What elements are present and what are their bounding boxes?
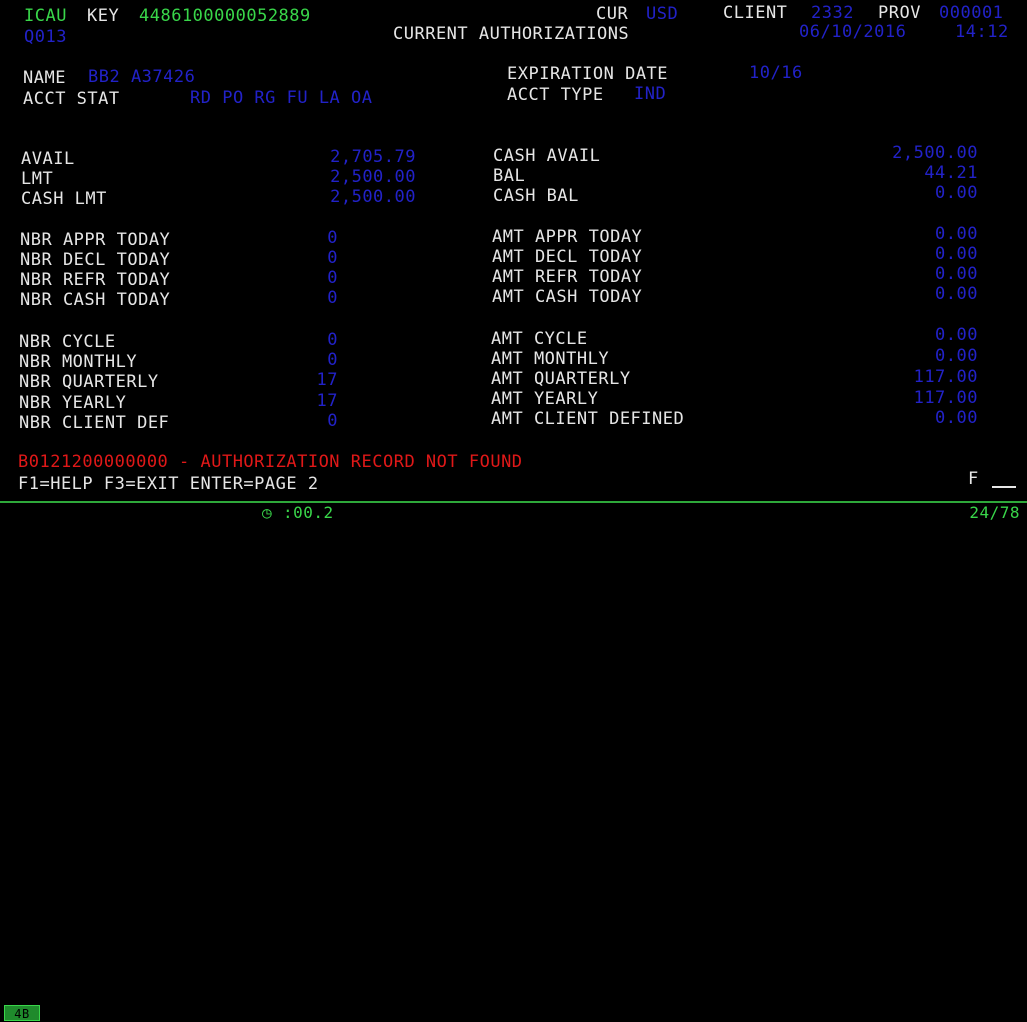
bal-value: 44.21 [924,163,978,183]
name-value: BB2 A37426 [88,67,196,87]
nbr-client-def-value: 0 [327,411,338,431]
prov-value: 000001 [939,3,1004,23]
nbr-cycle-value: 0 [327,330,338,350]
amt-appr-today-label: AMT APPR TODAY [492,227,643,247]
amt-quarterly-label: AMT QUARTERLY [491,369,631,389]
prov-label: PROV [878,3,921,23]
nbr-cash-today-label: NBR CASH TODAY [20,290,171,310]
amt-monthly-label: AMT MONTHLY [491,349,610,369]
amt-refr-today-label: AMT REFR TODAY [492,267,643,287]
nbr-refr-today-value: 0 [327,268,338,288]
date-value: 06/10/2016 [799,22,907,42]
client-label: CLIENT [723,3,788,23]
acct-stat-value: RD PO RG FU LA OA [190,88,373,108]
nbr-monthly-value: 0 [327,350,338,370]
status-divider [0,501,1027,503]
key-value[interactable]: 4486100000052889 [139,6,311,26]
acct-type-value: IND [634,84,667,104]
connection-label: 4B [14,1007,30,1021]
key-label: KEY [87,6,120,26]
time-value: 14:12 [955,22,1009,42]
nbr-quarterly-value: 17 [316,370,338,390]
cash-lmt-label: CASH LMT [21,189,107,209]
currency-value: USD [646,4,679,24]
expiration-date-value: 10/16 [749,63,803,83]
cash-bal-value: 0.00 [935,183,978,203]
nbr-decl-today-label: NBR DECL TODAY [20,250,171,270]
expiration-date-label: EXPIRATION DATE [507,64,669,84]
bal-label: BAL [493,166,526,186]
clock-icon: ◷ [262,503,273,522]
nbr-client-def-label: NBR CLIENT DEF [19,413,170,433]
error-message: B0121200000000 - AUTHORIZATION RECORD NO… [18,452,523,472]
amt-cycle-label: AMT CYCLE [491,329,588,349]
acct-stat-label: ACCT STAT [23,89,120,109]
response-timer: :00.2 [283,503,334,522]
cash-bal-label: CASH BAL [493,186,579,206]
status-bar: 4B ◷ :00.2 24/78 [0,501,1027,1021]
command-input[interactable] [992,468,1016,488]
amt-decl-today-value: 0.00 [935,244,978,264]
client-value: 2332 [811,3,854,23]
lmt-value: 2,500.00 [330,167,416,187]
amt-yearly-label: AMT YEARLY [491,389,599,409]
amt-client-defined-value: 0.00 [935,408,978,428]
avail-value: 2,705.79 [330,147,416,167]
avail-label: AVAIL [21,149,75,169]
nbr-cycle-label: NBR CYCLE [19,332,116,352]
connection-indicator: 4B [4,1005,40,1021]
lmt-label: LMT [21,169,54,189]
screen-code: Q013 [24,27,67,47]
amt-cycle-value: 0.00 [935,325,978,345]
amt-monthly-value: 0.00 [935,346,978,366]
amt-cash-today-label: AMT CASH TODAY [492,287,643,307]
cursor-position: 24/78 [969,503,1020,522]
nbr-quarterly-label: NBR QUARTERLY [19,372,159,392]
nbr-refr-today-label: NBR REFR TODAY [20,270,171,290]
nbr-yearly-value: 17 [316,391,338,411]
screen-id: ICAU [24,6,67,26]
nbr-yearly-label: NBR YEARLY [19,393,127,413]
nbr-monthly-label: NBR MONTHLY [19,352,138,372]
currency-label: CUR [596,4,629,24]
nbr-appr-today-value: 0 [327,228,338,248]
amt-appr-today-value: 0.00 [935,224,978,244]
function-keys[interactable]: F1=HELP F3=EXIT ENTER=PAGE 2 [18,474,319,494]
amt-decl-today-label: AMT DECL TODAY [492,247,643,267]
command-field-label: F [968,469,979,489]
acct-type-label: ACCT TYPE [507,85,604,105]
cash-lmt-value: 2,500.00 [330,187,416,207]
page-title: CURRENT AUTHORIZATIONS [393,24,630,44]
amt-cash-today-value: 0.00 [935,284,978,304]
cash-avail-value: 2,500.00 [892,143,978,163]
amt-client-defined-label: AMT CLIENT DEFINED [491,409,685,429]
cash-avail-label: CASH AVAIL [493,146,601,166]
amt-yearly-value: 117.00 [913,388,978,408]
nbr-appr-today-label: NBR APPR TODAY [20,230,171,250]
amt-quarterly-value: 117.00 [913,367,978,387]
nbr-cash-today-value: 0 [327,288,338,308]
name-label: NAME [23,68,66,88]
amt-refr-today-value: 0.00 [935,264,978,284]
nbr-decl-today-value: 0 [327,248,338,268]
